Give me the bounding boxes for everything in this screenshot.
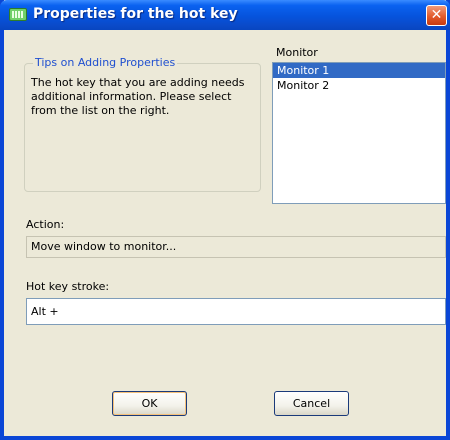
tips-legend: Tips on Adding Properties bbox=[33, 56, 178, 69]
action-field: Move window to monitor... bbox=[26, 236, 446, 258]
monitor-list-item[interactable]: Monitor 1 bbox=[273, 63, 445, 78]
monitor-list-item[interactable]: Monitor 2 bbox=[273, 78, 445, 93]
window-title: Properties for the hot key bbox=[33, 6, 238, 22]
title-bar[interactable]: Properties for the hot key ✕ bbox=[0, 0, 450, 30]
close-button[interactable]: ✕ bbox=[426, 5, 447, 26]
monitor-listbox[interactable]: Monitor 1 Monitor 2 bbox=[272, 62, 446, 204]
tips-groupbox: Tips on Adding Properties The hot key th… bbox=[24, 56, 261, 192]
properties-dialog: Properties for the hot key ✕ Tips on Add… bbox=[0, 0, 450, 440]
action-label: Action: bbox=[26, 218, 65, 231]
cancel-button[interactable]: Cancel bbox=[274, 391, 349, 416]
hotkey-label: Hot key stroke: bbox=[26, 280, 110, 293]
ok-button[interactable]: OK bbox=[112, 391, 187, 416]
keyboard-icon bbox=[9, 8, 27, 21]
monitor-label: Monitor bbox=[276, 46, 318, 59]
hotkey-input[interactable]: Alt + bbox=[26, 298, 446, 325]
tips-text: The hot key that you are adding needs ad… bbox=[31, 76, 245, 117]
